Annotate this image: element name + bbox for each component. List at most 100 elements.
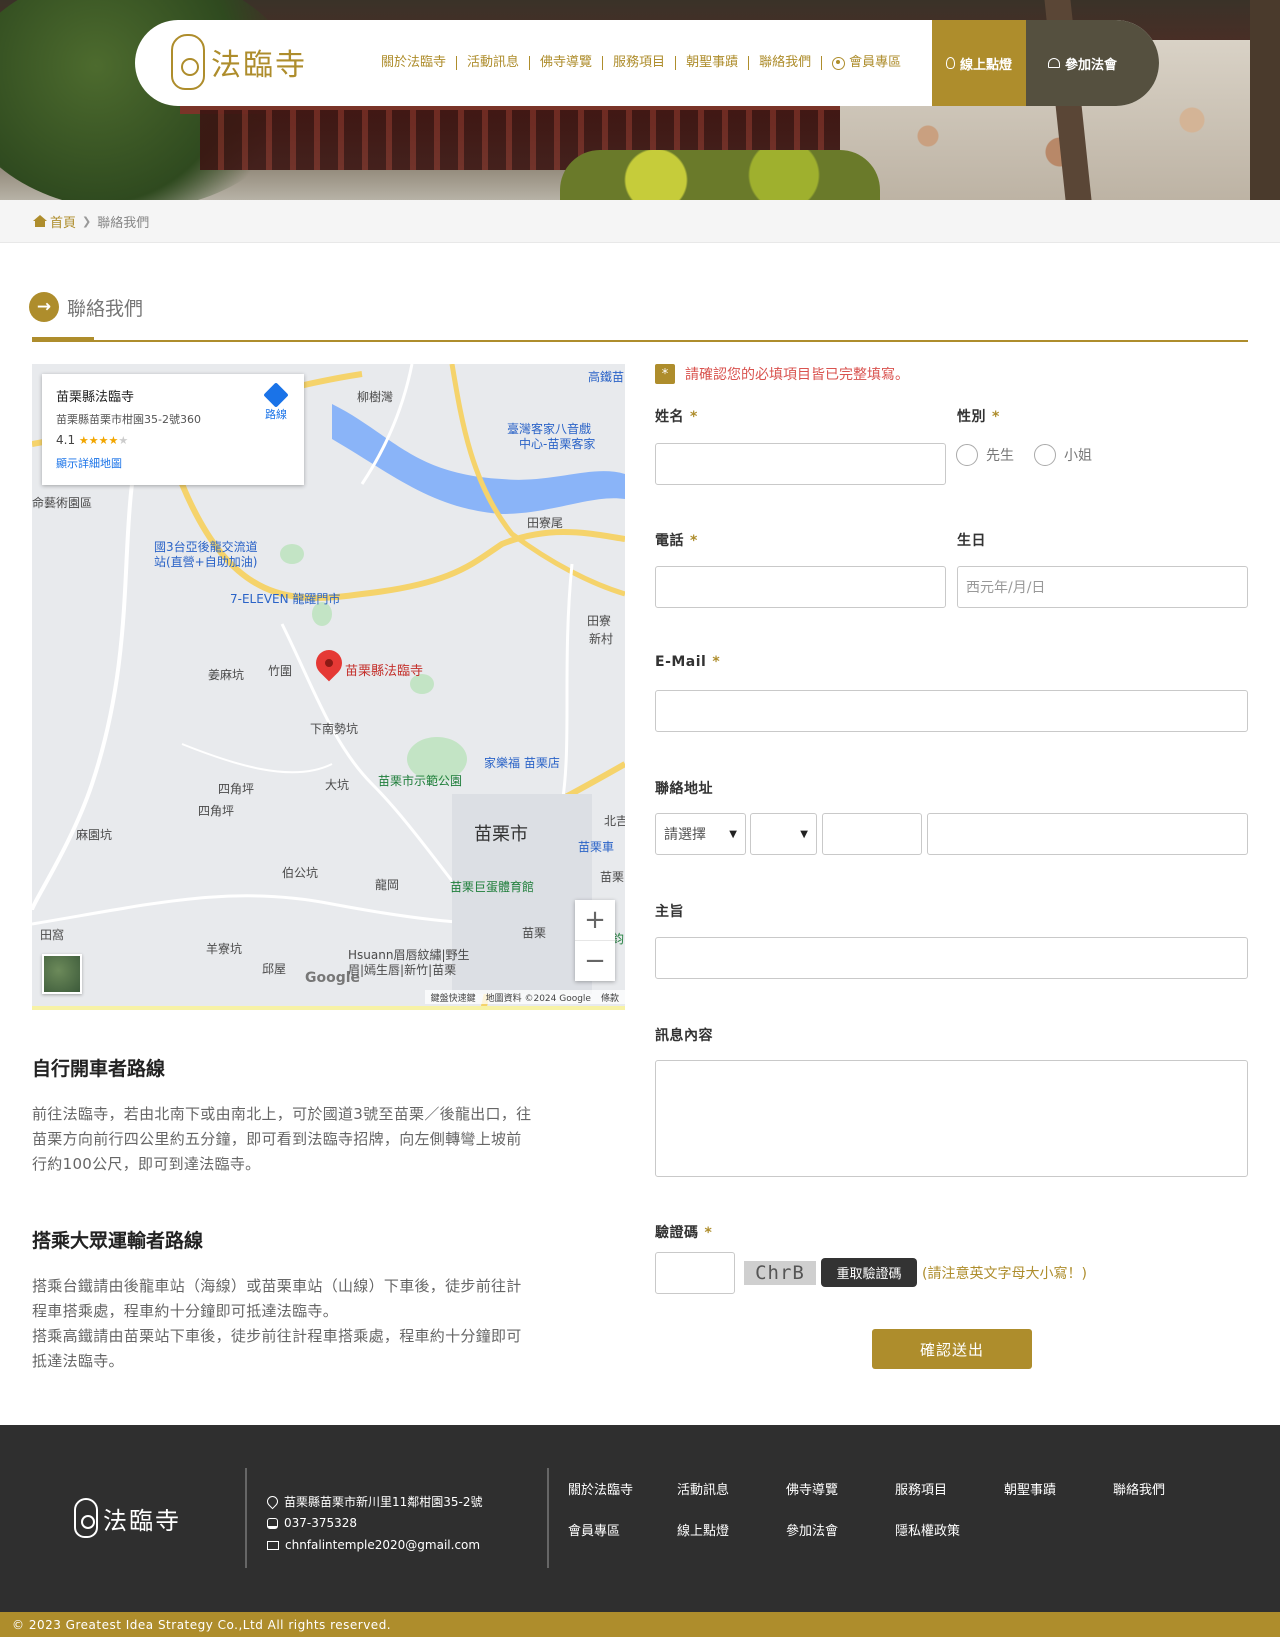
subject-field[interactable] — [655, 937, 1248, 979]
map-label: 站(直營+自助加油) — [154, 555, 258, 569]
main-navbar: 法臨寺 關於法臨寺 活動訊息 佛寺導覽 服務項目 朝聖事蹟 聯絡我們 會員專區 … — [135, 20, 1159, 106]
breadcrumb: 首頁 ❯ 聯絡我們 — [0, 200, 1280, 243]
map-label: 大坑 — [325, 778, 350, 792]
card-rating: 4.1 ★★★★★ — [56, 433, 290, 447]
footer-address-row: 苗栗縣苗栗市新川里11鄰柑園35-2號 — [264, 1490, 483, 1512]
footer-email[interactable]: chnfalintemple2020@gmail.com — [285, 1538, 480, 1552]
email-label: E-Mail * — [655, 654, 721, 670]
nav-link-contact[interactable]: 聯絡我們 — [749, 56, 823, 70]
nav-link-pilgrimage[interactable]: 朝聖事蹟 — [676, 56, 750, 70]
phone-label: 電話 * — [655, 533, 698, 549]
footer-divider — [245, 1468, 247, 1568]
required-notice: * 請確認您的必填項目皆已完整填寫。 — [655, 364, 909, 384]
birthday-field[interactable]: 西元年/月/日 — [957, 566, 1248, 608]
zoom-in-button[interactable]: + — [575, 900, 615, 940]
online-lamp-button[interactable]: 線上點燈 — [932, 20, 1026, 106]
join-ceremony-button[interactable]: 參加法會 — [1026, 20, 1159, 106]
directions-button[interactable]: 路線 — [256, 382, 296, 422]
terms-link[interactable]: 條款 — [601, 991, 619, 1004]
breadcrumb-home[interactable]: 首頁 — [50, 212, 76, 231]
home-icon — [33, 215, 47, 227]
map-pin-icon — [264, 1493, 281, 1509]
district-select[interactable]: ▼ — [750, 813, 817, 855]
route-line: 搭乘高鐵請由苗栗站下車後，徒步前往計程車搭乘處，程車約十分鐘即可 — [32, 1327, 522, 1345]
footer-link-pilgrimage[interactable]: 朝聖事蹟 — [1004, 1479, 1113, 1498]
gender-option-label: 小姐 — [1064, 448, 1092, 464]
submit-button[interactable]: 確認送出 — [872, 1329, 1032, 1369]
copyright-bar: © 2023 Greatest Idea Strategy Co.,Ltd Al… — [0, 1612, 1280, 1637]
hero-trunk — [1250, 0, 1280, 200]
zoom-out-button[interactable]: − — [575, 940, 615, 980]
footer-link-join[interactable]: 參加法會 — [786, 1520, 895, 1539]
map-label: 姜麻坑 — [208, 668, 245, 682]
chevron-right-icon: ❯ — [82, 214, 92, 228]
refresh-captcha-button[interactable]: 重取驗證碼 — [821, 1258, 917, 1287]
asterisk-icon: * — [655, 364, 675, 384]
nav-links: 關於法臨寺 活動訊息 佛寺導覽 服務項目 朝聖事蹟 聯絡我們 會員專區 — [371, 20, 911, 106]
google-map[interactable]: 柳樹灣 臺灣客家八音戲 中心-苗栗客家 高鐵苗 命藝術園區 國3台亞後龍交流道 … — [32, 364, 625, 1010]
notice-text: 請確認您的必填項目皆已完整填寫。 — [685, 367, 909, 383]
captcha-field[interactable] — [655, 1252, 735, 1294]
star-empty-icon: ★ — [118, 434, 129, 447]
route-line: 搭乘台鐵請由後龍車站（海線）或苗栗車站（山線）下車後，徒步前往計 — [32, 1277, 522, 1295]
hero-banner: 法臨寺 關於法臨寺 活動訊息 佛寺導覽 服務項目 朝聖事蹟 聯絡我們 會員專區 … — [0, 0, 1280, 200]
footprint-logo-icon — [74, 1498, 98, 1538]
footer-link-about[interactable]: 關於法臨寺 — [568, 1479, 677, 1498]
rating-value: 4.1 — [56, 433, 76, 447]
footer-link-tour[interactable]: 佛寺導覽 — [786, 1479, 895, 1498]
page-title-text: 聯絡我們 — [67, 297, 144, 320]
site-logo[interactable]: 法臨寺 — [171, 34, 307, 90]
map-label: 命藝術園區 — [32, 496, 93, 510]
view-larger-map-link[interactable]: 顯示詳細地圖 — [56, 455, 290, 471]
footer-logo[interactable]: 法臨寺 — [74, 1498, 181, 1538]
footer-phone-row: 037-375328 — [267, 1512, 483, 1534]
footer-link-services[interactable]: 服務項目 — [895, 1479, 1004, 1498]
name-field[interactable] — [655, 443, 946, 485]
map-label: 苗栗車 — [578, 840, 615, 854]
footer-link-events[interactable]: 活動訊息 — [677, 1479, 786, 1498]
footer-logo-text: 法臨寺 — [103, 1506, 181, 1535]
subject-label: 主旨 — [655, 904, 684, 920]
map-label: 羊寮坑 — [206, 942, 243, 956]
nav-link-member[interactable]: 會員專區 — [822, 56, 911, 70]
city-select-value: 請選擇 — [664, 827, 706, 843]
footer-link-contact[interactable]: 聯絡我們 — [1113, 1479, 1222, 1498]
zipcode-field[interactable] — [822, 813, 922, 855]
footer-phone[interactable]: 037-375328 — [284, 1516, 357, 1530]
nav-link-events[interactable]: 活動訊息 — [457, 56, 531, 70]
nav-link-tour[interactable]: 佛寺導覽 — [530, 56, 604, 70]
message-textarea[interactable] — [655, 1060, 1248, 1177]
footer-link-lamp[interactable]: 線上點燈 — [677, 1520, 786, 1539]
phone-field[interactable] — [655, 566, 946, 608]
nav-link-services[interactable]: 服務項目 — [603, 56, 677, 70]
birthday-label: 生日 — [957, 533, 986, 549]
street-address-field[interactable] — [927, 813, 1248, 855]
city-select[interactable]: 請選擇 ▼ — [655, 813, 746, 855]
footer-link-privacy[interactable]: 隱私權政策 — [895, 1520, 1004, 1539]
map-label: 家樂福 苗栗店 — [484, 756, 560, 770]
gender-option-label: 先生 — [986, 448, 1014, 464]
name-label: 姓名 * — [655, 409, 698, 425]
caret-down-icon: ▼ — [729, 828, 737, 840]
map-info-card: 苗栗縣法臨寺 苗栗縣苗栗市柑園35-2號360 4.1 ★★★★★ 顯示詳細地圖… — [42, 374, 304, 485]
map-label: 苗栗 — [522, 926, 547, 940]
nav-link-about[interactable]: 關於法臨寺 — [371, 56, 458, 70]
footer-link-member[interactable]: 會員專區 — [568, 1520, 677, 1539]
address-label: 聯絡地址 — [655, 781, 713, 797]
route-line: 程車搭乘處，程車約十分鐘即可抵達法臨寺。 — [32, 1302, 339, 1320]
mail-icon — [267, 1540, 279, 1550]
gender-radio-ms[interactable] — [1034, 444, 1056, 466]
map-label: 7-ELEVEN 龍躍門市 — [230, 592, 341, 606]
keyboard-shortcuts-link[interactable]: 鍵盤快速鍵 — [431, 991, 476, 1004]
phone-icon — [267, 1517, 278, 1529]
map-label: 苗栗市示範公園 — [378, 774, 463, 788]
driving-route-title: 自行開車者路線 — [32, 1058, 166, 1080]
captcha-label: 驗證碼 * — [655, 1225, 713, 1241]
email-field[interactable] — [655, 690, 1248, 732]
satellite-toggle[interactable] — [42, 954, 82, 994]
map-label: 中心-苗栗客家 — [519, 437, 596, 451]
bell-icon — [1047, 58, 1060, 68]
map-label: 苗栗巨蛋體育館 — [450, 880, 535, 894]
gender-radio-mr[interactable] — [956, 444, 978, 466]
route-line: 前往法臨寺，若由北南下或由南北上，可於國道3號至苗栗／後龍出口，往 — [32, 1105, 532, 1123]
